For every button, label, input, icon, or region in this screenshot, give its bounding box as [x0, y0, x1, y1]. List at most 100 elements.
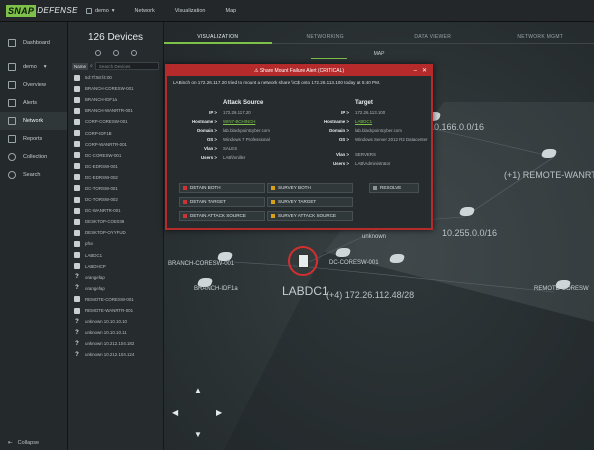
detain-both-button[interactable]: DETAIN BOTH [179, 183, 265, 193]
device-list-item[interactable]: CORP-IDF1B [68, 127, 163, 138]
device-list-item[interactable]: DESKTOP-OYYFUD [68, 227, 163, 238]
device-list-item[interactable]: REMOTE-WANRTR-001 [68, 305, 163, 316]
site-dropdown[interactable]: demo ▾ [86, 7, 115, 14]
unknown-device-icon: ? [75, 274, 79, 281]
device-list-item[interactable]: ? orangefap [68, 283, 163, 294]
logo-snap-text: SNAP [6, 4, 37, 17]
sidebar-item-search[interactable]: Search [0, 166, 67, 184]
sidebar-item-alerts[interactable]: Alerts [0, 94, 67, 112]
search-filter-tag[interactable]: Name [72, 62, 89, 70]
map-node-subnet[interactable]: 10.166.0.0/16 [429, 122, 484, 132]
vlan-label: Vlan > [203, 146, 217, 151]
device-icon [74, 263, 80, 270]
survey-attack-source-button[interactable]: SURVEY ATTACK SOURCE [267, 211, 353, 221]
device-list-item[interactable]: LABDHCP [68, 261, 163, 272]
map-subtab[interactable]: MAP [164, 51, 594, 57]
sidebar-item-network[interactable]: Network [0, 112, 67, 130]
map-subtab-underline [311, 58, 347, 59]
pan-down-icon[interactable]: ▼ [194, 430, 202, 439]
collapse-button[interactable]: ⇤ Collapse [8, 440, 39, 446]
tab-networking[interactable]: NETWORKING [271, 30, 379, 44]
refresh-icon[interactable] [130, 50, 137, 56]
device-icon [74, 118, 80, 125]
device-list-item[interactable]: BRANCH-CORESW-001 [68, 83, 163, 94]
device-icon [74, 252, 80, 259]
search-icon: ⌕ [90, 63, 93, 69]
tab-visualization[interactable]: VISUALIZATION [164, 30, 272, 44]
map-node-remote-wanrtr[interactable]: (+1) REMOTE-WANRT [504, 170, 594, 180]
device-list-item[interactable]: 5d:7f:58:f4:00 [68, 72, 163, 83]
device-icon [74, 96, 80, 103]
map-node-subnet-2[interactable]: 10.255.0.0/16 [442, 228, 497, 238]
device-name: BRANCH-IDF1a [85, 97, 117, 103]
device-list-item[interactable]: DC-TORSW-001 [68, 183, 163, 194]
alert-title: Share Mount Failure Alert (CRITICAL) [259, 68, 345, 74]
device-list-item[interactable]: ? unknown 10.10.10.11 [68, 327, 163, 338]
tab-data-viewer[interactable]: DATA VIEWER [379, 30, 487, 44]
detain-attack-source-button[interactable]: DETAIN ATTACK SOURCE [179, 211, 265, 221]
device-list-item[interactable]: REMOTE-CORESW-001 [68, 294, 163, 305]
device-icon [74, 185, 80, 192]
device-list-item[interactable]: DC-CORESW-001 [68, 150, 163, 161]
network-icon [8, 117, 16, 125]
map-node-branch-coresw[interactable]: BRANCH-CORESW-001 [168, 261, 234, 267]
tab-network-mgmt[interactable]: NETWORK MGMT [486, 30, 594, 44]
alert-details: Attack Source Target IP > Hostname > Dom… [173, 100, 429, 178]
sidebar-item-overview[interactable]: Overview [0, 76, 67, 94]
device-name: unknown 10.212.104.182 [85, 341, 135, 347]
sidebar-item-dashboard[interactable]: Dashboard [0, 34, 67, 52]
device-list-item[interactable]: BRANCH-WANRTR-001 [68, 105, 163, 116]
device-list-item[interactable]: CORP-WANRTR-001 [68, 139, 163, 150]
alert-dialog: ⚠ Share Mount Failure Alert (CRITICAL) –… [165, 64, 433, 230]
device-search-input[interactable]: Search Devices [94, 62, 159, 70]
device-list-item[interactable]: DC-WANRTR-001 [68, 205, 163, 216]
sidebar-item-reports[interactable]: Reports [0, 130, 67, 148]
minimize-icon[interactable]: – [414, 66, 417, 76]
source-hostname-link[interactable]: WIN7-BCHINCH [223, 119, 255, 124]
survey-both-button[interactable]: SURVEY BOTH [267, 183, 353, 193]
map-node-dc-coresw[interactable]: DC-CORESW-001 [329, 260, 379, 266]
map-node-subnet-3[interactable]: (+4) 172.26.112.48/28 [326, 290, 414, 300]
map-node-unknown[interactable]: unknown [362, 234, 386, 240]
snapdefense-logo[interactable]: SNAP DEFENSE [0, 0, 77, 22]
device-list-item[interactable]: pfsv [68, 238, 163, 249]
target-title: Target [355, 100, 373, 106]
delete-device-icon[interactable] [112, 50, 119, 56]
map-node-labdc1[interactable]: LABDC1 [282, 284, 329, 298]
pan-right-icon[interactable]: ▶ [216, 408, 222, 417]
device-icon [74, 163, 80, 170]
resolve-button[interactable]: RESOLVE [369, 183, 419, 193]
nav-map[interactable]: Map [225, 8, 236, 14]
detain-target-button[interactable]: DETAIN TARGET [179, 197, 265, 207]
sidebar-item-collection[interactable]: Collection [0, 148, 67, 166]
reports-icon [8, 135, 16, 143]
device-list-item[interactable]: ? orangefap [68, 272, 163, 283]
pan-left-icon[interactable]: ◀ [172, 408, 178, 417]
device-list-item[interactable]: LABDC1 [68, 250, 163, 261]
device-name: DC-WANRTR-001 [85, 208, 121, 214]
device-list-item[interactable]: ? unknown 10.212.104.124 [68, 349, 163, 360]
device-list-item[interactable]: BRANCH-IDF1a [68, 94, 163, 105]
close-icon[interactable]: ✕ [422, 66, 427, 76]
target-hostname-link[interactable]: LABDC1 [355, 119, 372, 124]
left-sidebar: Dashboard demo ▾ Overview Alerts Network… [0, 22, 68, 450]
device-name: DC-TORSW-001 [85, 185, 118, 191]
device-name: orangefap [85, 274, 105, 280]
device-name: REMOTE-CORESW-001 [85, 296, 134, 302]
map-node-branch-idf[interactable]: BRANCH-IDF1a [194, 286, 238, 292]
nav-network[interactable]: Network [135, 8, 155, 14]
device-list-item[interactable]: ? unknown 10.10.10.10 [68, 316, 163, 327]
device-list-item[interactable]: DC-EDRSW-001 [68, 161, 163, 172]
device-list-item[interactable]: DC-TORSW-002 [68, 194, 163, 205]
device-list-item[interactable]: ? unknown 10.212.104.182 [68, 338, 163, 349]
nav-visualization[interactable]: Visualization [175, 8, 206, 14]
device-list-item[interactable]: DC-EDRSW-002 [68, 172, 163, 183]
add-device-icon[interactable] [94, 50, 101, 56]
map-node-remote-coresw[interactable]: REMOTE-CORESW [534, 286, 589, 292]
survey-target-button[interactable]: SURVEY TARGET [267, 197, 353, 207]
device-list-item[interactable]: DESKTOP-COE039 [68, 216, 163, 227]
target-highlight-ring[interactable] [288, 246, 318, 276]
sidebar-item-demo[interactable]: demo ▾ [0, 58, 67, 76]
pan-up-icon[interactable]: ▲ [194, 386, 202, 395]
device-list-item[interactable]: CORP-CORESW-001 [68, 116, 163, 127]
